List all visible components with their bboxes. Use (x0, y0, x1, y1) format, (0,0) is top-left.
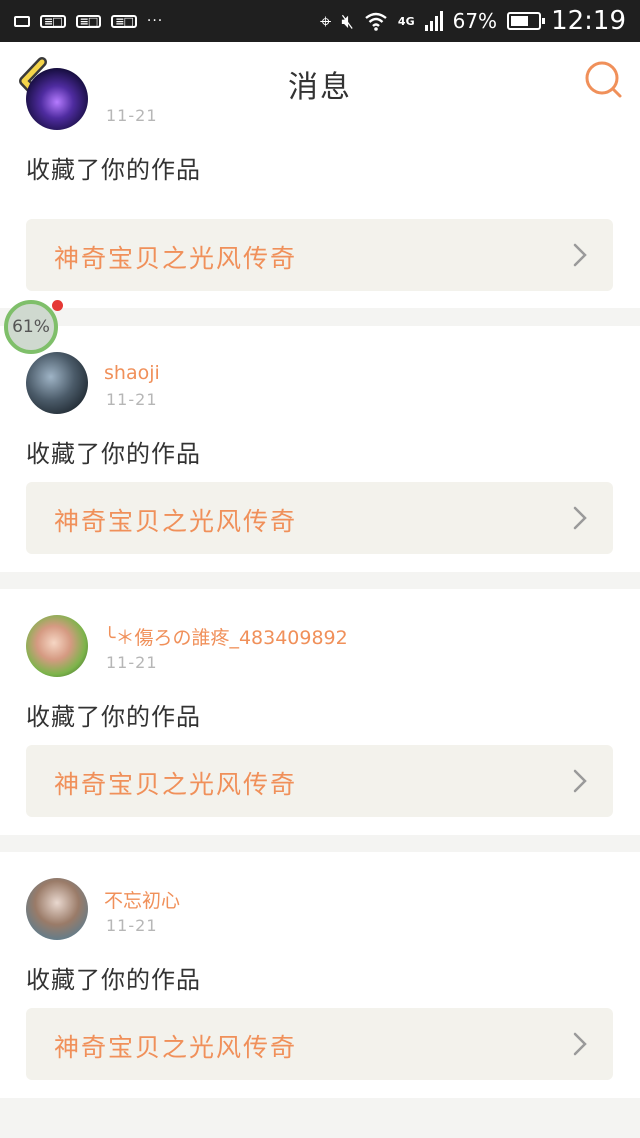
chevron-right-icon (573, 769, 587, 793)
chevron-right-icon (573, 1032, 587, 1056)
image-icon (14, 15, 30, 27)
wifi-icon (365, 12, 387, 31)
floating-memory-bubble[interactable]: 61% (4, 300, 58, 354)
work-title: 神奇宝贝之光风传奇 (54, 507, 298, 536)
status-bar: ≡□ ≡□ ≡□ ··· ⌖ 🔇︎ 4G 67% 12:19 (0, 0, 640, 42)
search-icon (585, 61, 622, 98)
work-link[interactable]: 神奇宝贝之光风传奇 (26, 745, 613, 817)
location-icon: ⌖ (320, 9, 332, 33)
network-type: 4G (397, 14, 415, 28)
message-text: 收藏了你的作品 (26, 966, 201, 994)
message-date: 11-21 (106, 106, 158, 125)
message-date: 11-21 (106, 390, 158, 409)
battery-percent: 67% (452, 9, 498, 33)
username[interactable]: ╰＊傷ろの誰疼_483409892 (104, 623, 348, 650)
message-text: 收藏了你的作品 (26, 703, 201, 731)
battery-icon (507, 12, 546, 30)
username[interactable]: 不忘初心 (104, 886, 180, 913)
work-link[interactable]: 神奇宝贝之光风传奇 (26, 219, 613, 291)
message-card: ╰＊傷ろの誰疼_483409892 11-21 收藏了你的作品 神奇宝贝之光风传… (0, 589, 640, 835)
work-title: 神奇宝贝之光风传奇 (54, 770, 298, 799)
notification-dot (52, 300, 63, 311)
avatar[interactable] (26, 878, 88, 940)
notification-icon: ≡□ (75, 14, 102, 28)
message-text: 收藏了你的作品 (26, 440, 201, 468)
work-link[interactable]: 神奇宝贝之光风传奇 (26, 482, 613, 554)
message-date: 11-21 (106, 653, 158, 672)
work-title: 神奇宝贝之光风传奇 (54, 244, 298, 273)
username[interactable]: shaoji (104, 362, 160, 384)
message-card: shaoji 11-21 收藏了你的作品 神奇宝贝之光风传奇 (0, 326, 640, 572)
battery-level-fill (511, 16, 529, 26)
notification-icon: ≡□ (40, 14, 66, 28)
status-bar-right: ⌖ 🔇︎ 4G 67% 12:19 (320, 6, 626, 36)
clock: 12:19 (551, 6, 626, 36)
signal-icon (424, 11, 443, 31)
search-button[interactable] (582, 58, 626, 102)
chevron-right-icon (573, 506, 587, 530)
notification-icon: ≡□ (111, 14, 137, 28)
avatar[interactable] (26, 615, 88, 677)
screen: ≡□ ≡□ ≡□ ··· ⌖ 🔇︎ 4G 67% 12:19 消息 11-21 … (0, 0, 640, 1138)
avatar[interactable] (26, 352, 88, 414)
message-card: 11-21 收藏了你的作品 神奇宝贝之光风传奇 (0, 68, 640, 308)
status-bar-left: ≡□ ≡□ ≡□ ··· (14, 13, 163, 29)
message-text: 收藏了你的作品 (26, 156, 201, 184)
chevron-right-icon (573, 243, 587, 267)
mute-icon: 🔇︎ (341, 9, 354, 33)
work-title: 神奇宝贝之光风传奇 (54, 1033, 298, 1062)
message-date: 11-21 (106, 916, 158, 935)
avatar[interactable] (26, 68, 88, 130)
work-link[interactable]: 神奇宝贝之光风传奇 (26, 1008, 613, 1080)
more-notifications-indicator: ··· (146, 13, 164, 29)
message-card: 不忘初心 11-21 收藏了你的作品 神奇宝贝之光风传奇 (0, 852, 640, 1098)
